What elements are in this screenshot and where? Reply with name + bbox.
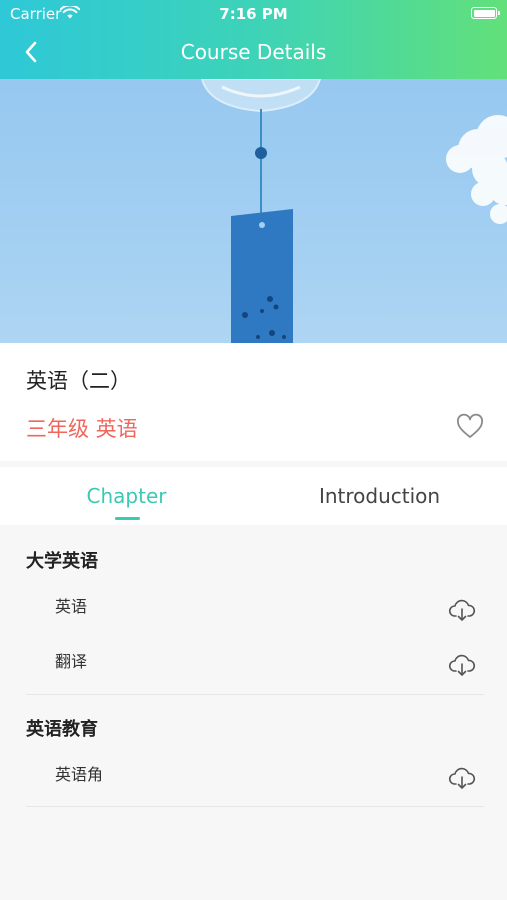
tab-introduction[interactable]: Introduction <box>253 484 506 508</box>
active-tab-indicator <box>115 517 140 520</box>
chapter-title: 大学英语 <box>26 551 98 572</box>
favorite-button[interactable] <box>456 413 484 441</box>
course-info: 英语（二） 三年级 英语 <box>0 343 507 461</box>
divider <box>26 694 484 695</box>
status-bar: Carrier 7:16 PM <box>0 0 507 28</box>
page-title: Course Details <box>180 40 327 64</box>
course-banner-image <box>0 79 507 343</box>
tab-bar: Chapter Introduction <box>0 467 507 525</box>
status-time: 7:16 PM <box>219 5 288 23</box>
course-subtitle: 三年级 英语 <box>26 417 138 441</box>
battery-icon <box>471 7 500 19</box>
cloud-download-icon <box>448 599 476 621</box>
cloud-download-icon <box>448 767 476 789</box>
heart-outline-icon <box>457 413 483 438</box>
header: Carrier 7:16 PM Course Details <box>0 0 507 79</box>
divider <box>26 806 484 807</box>
course-title: 英语（二） <box>26 369 131 393</box>
lesson-item[interactable]: 英语 <box>55 593 87 617</box>
download-button[interactable] <box>448 598 476 622</box>
download-button[interactable] <box>448 766 476 790</box>
tab-chapter[interactable]: Chapter <box>0 484 253 508</box>
lesson-item[interactable]: 英语角 <box>55 761 103 785</box>
chapter-title: 英语教育 <box>26 719 98 740</box>
download-button[interactable] <box>448 653 476 677</box>
lesson-item[interactable]: 翻译 <box>55 648 87 672</box>
cloud-download-icon <box>448 654 476 676</box>
